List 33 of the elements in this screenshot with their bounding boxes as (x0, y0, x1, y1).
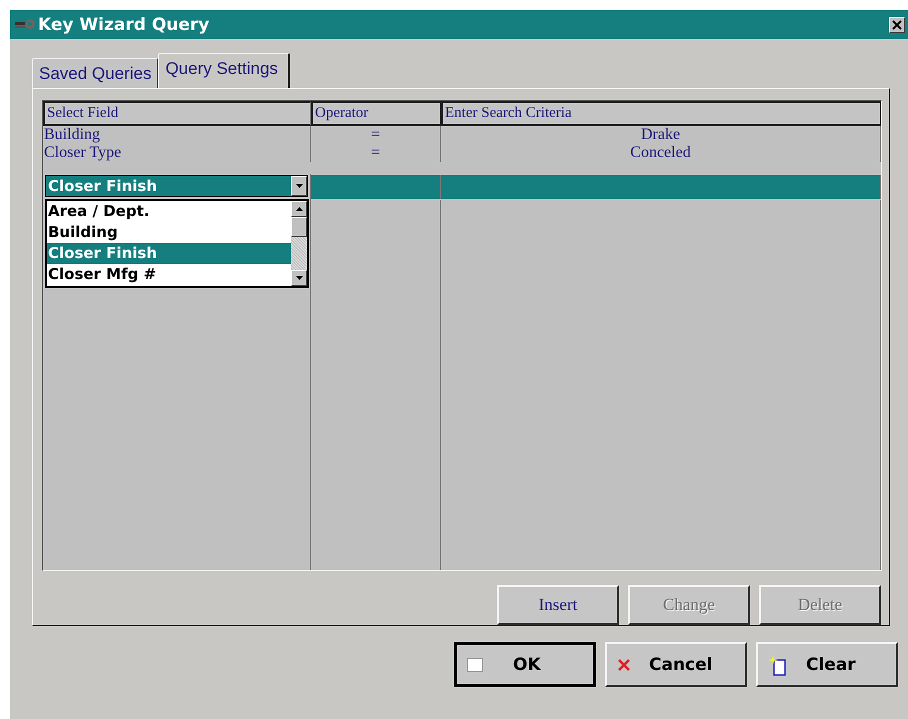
scroll-up-button[interactable] (291, 201, 307, 217)
column-header[interactable]: Operator (311, 101, 441, 126)
scroll-down-button[interactable] (291, 270, 307, 286)
list-item[interactable]: Closer Mfg # (47, 264, 291, 285)
column-header[interactable]: Enter Search Criteria (441, 101, 881, 126)
down-arrow-icon (296, 276, 302, 280)
list-item[interactable]: Closer Finish (47, 243, 291, 264)
scroll-thumb[interactable] (291, 217, 307, 237)
dropdown-button[interactable] (291, 176, 307, 196)
new-page-icon (768, 654, 788, 676)
column-header[interactable]: Select Field (43, 101, 311, 126)
table-cell: Building (43, 126, 311, 144)
table-cell: Closer Type (43, 144, 311, 162)
window-title: Key Wizard Query (38, 14, 210, 34)
field-dropdown[interactable]: Closer Finish (45, 175, 308, 197)
button[interactable]: Insert (497, 585, 619, 625)
table-cell: Drake (441, 126, 881, 144)
table-cell: = (311, 144, 441, 162)
list-item[interactable]: Area / Dept. (47, 201, 291, 222)
list-item[interactable]: Building (47, 222, 291, 243)
up-arrow-icon (296, 207, 302, 211)
caret-icon (296, 184, 302, 188)
button[interactable]: Clear (756, 642, 898, 687)
table-cell: = (311, 126, 441, 144)
tab[interactable]: Query Settings (158, 53, 290, 88)
close-button[interactable] (889, 16, 905, 32)
button[interactable]: OK (454, 642, 596, 687)
blank-square-icon (467, 658, 483, 672)
button[interactable]: Cancel (605, 642, 747, 687)
close-icon (892, 20, 902, 30)
tab[interactable]: Saved Queries (32, 58, 158, 88)
x-icon (617, 658, 631, 672)
table-cell: Conceled (441, 144, 881, 162)
